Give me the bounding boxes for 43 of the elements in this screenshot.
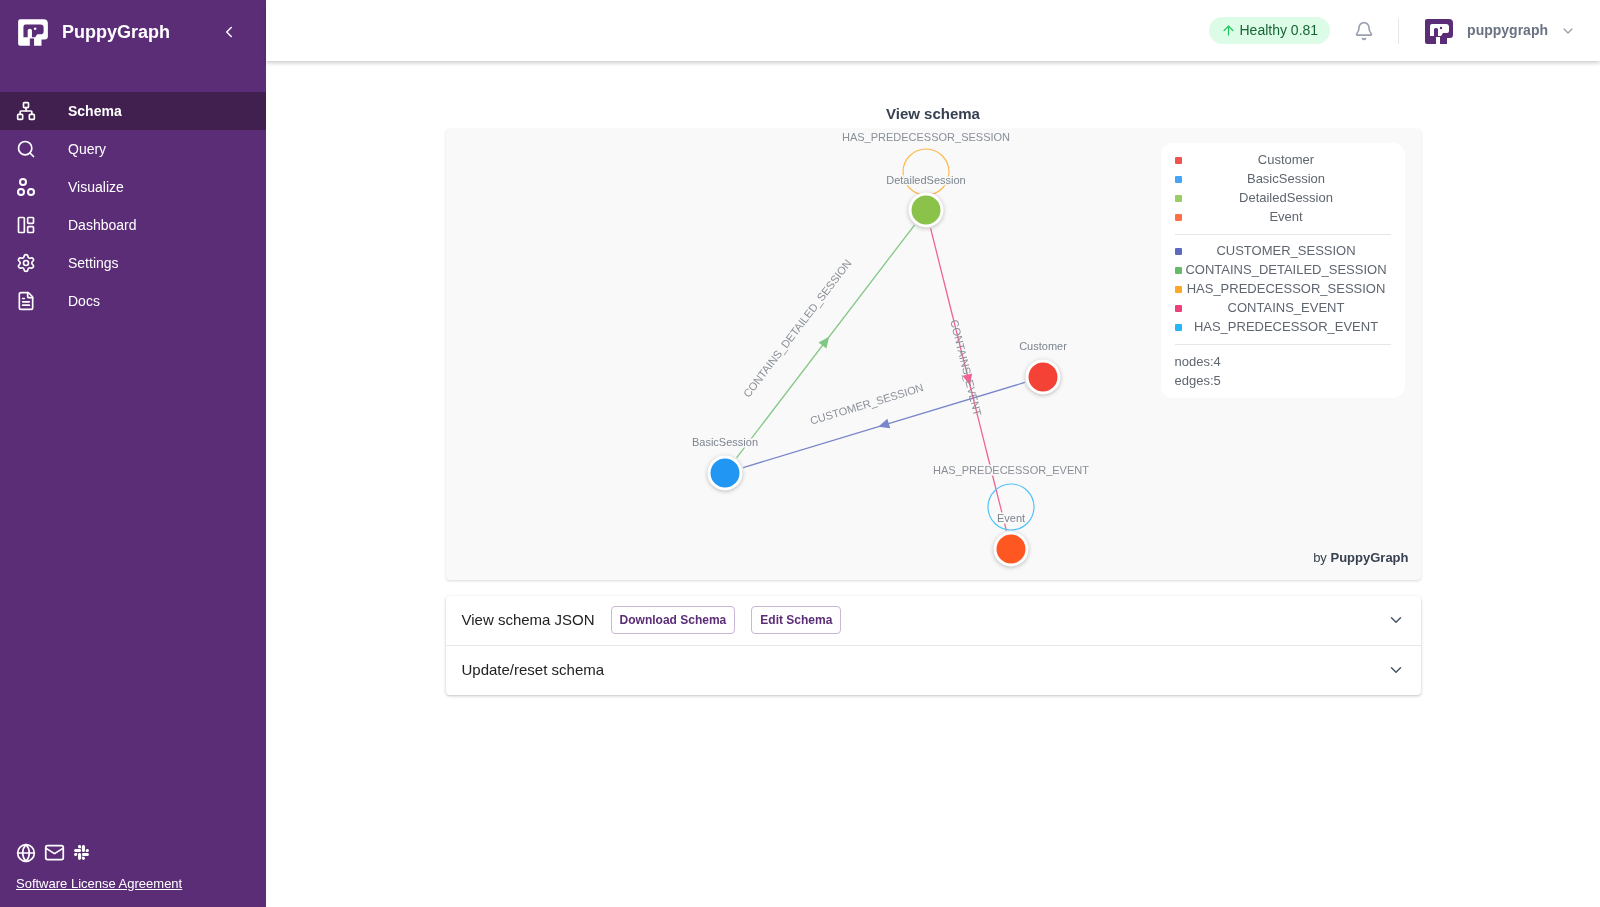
- username[interactable]: puppygraph: [1467, 20, 1548, 41]
- circles-icon: [16, 177, 36, 197]
- edge-label: HAS_PREDECESSOR_SESSION: [841, 130, 1010, 143]
- legend-label: HAS_PREDECESSOR_EVENT: [1192, 318, 1380, 337]
- legend-label: BasicSession: [1245, 170, 1326, 189]
- section-title: View schema: [885, 104, 981, 124]
- settings-icon: [16, 253, 36, 273]
- outline-button[interactable]: Download Schema: [610, 606, 736, 634]
- nav-item[interactable]: Visualize: [0, 168, 266, 206]
- outline-button[interactable]: Edit Schema: [751, 606, 842, 634]
- graph-stat: nodes:4: [1174, 352, 1222, 371]
- accordion-title[interactable]: Update/reset schema: [461, 658, 605, 682]
- legend-label: Customer: [1256, 151, 1316, 170]
- document-icon: [16, 291, 36, 311]
- credit-text: by PuppyGraph: [1313, 549, 1409, 567]
- graph-node[interactable]: [908, 192, 943, 227]
- legend-label: DetailedSession: [1238, 189, 1334, 208]
- nav-item[interactable]: Docs: [0, 282, 266, 320]
- legend-label: CONTAINS_EVENT: [1226, 299, 1346, 318]
- legend-label: Event: [1268, 208, 1304, 227]
- node-label: Customer: [1018, 339, 1067, 352]
- legend-label: CUSTOMER_SESSION: [1215, 242, 1357, 261]
- legend-label: CONTAINS_DETAILED_SESSION: [1184, 261, 1388, 280]
- bell-icon[interactable]: [1354, 20, 1375, 41]
- accordion-title[interactable]: View schema JSON: [461, 608, 595, 632]
- nav-item[interactable]: Schema: [0, 92, 266, 130]
- search-icon: [16, 139, 36, 159]
- nav-item[interactable]: Settings: [0, 244, 266, 282]
- graph-node[interactable]: [993, 531, 1028, 566]
- nav-item[interactable]: Query: [0, 130, 266, 168]
- graph-stat: edges:5: [1174, 371, 1222, 390]
- health-badge: Healthy 0.81: [1208, 17, 1331, 44]
- brand-name: PuppyGraph: [62, 20, 170, 44]
- graph-node[interactable]: [707, 455, 742, 490]
- legend-label: HAS_PREDECESSOR_SESSION: [1185, 280, 1387, 299]
- arrow-up-icon: [1220, 23, 1236, 38]
- hierarchy-icon: [16, 101, 36, 121]
- globe-icon[interactable]: [16, 842, 36, 863]
- nav-item[interactable]: Dashboard: [0, 206, 266, 244]
- graph-node[interactable]: [1025, 359, 1060, 394]
- license-link[interactable]: Software License Agreement: [16, 876, 183, 891]
- layout-icon: [16, 215, 36, 235]
- mail-icon[interactable]: [44, 842, 65, 863]
